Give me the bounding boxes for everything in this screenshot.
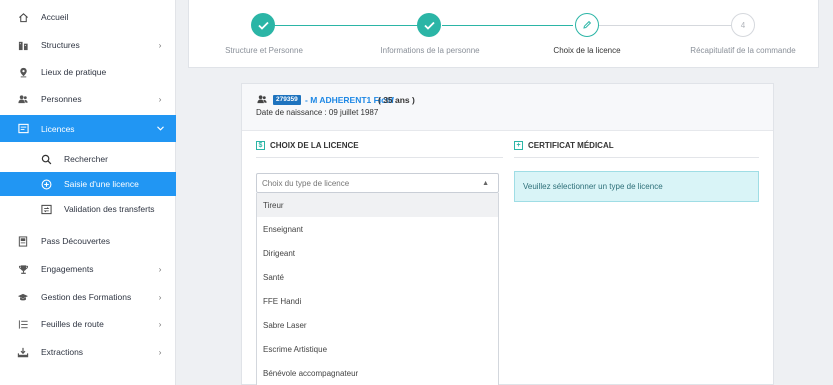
dropdown-option[interactable]: Sabre Laser xyxy=(257,313,498,337)
step-2-circle[interactable] xyxy=(417,13,441,37)
sidebar-subitem-label: Validation des transferts xyxy=(64,204,155,214)
sidebar-item-extractions[interactable]: Extractions › xyxy=(0,340,176,364)
person-icon xyxy=(256,94,268,105)
licence-type-select[interactable]: ▲ xyxy=(256,173,499,193)
sidebar-subitem-label: Rechercher xyxy=(64,154,108,164)
step-connector xyxy=(442,25,573,26)
step-connector xyxy=(587,25,731,26)
licence-form-card: 279359 - M ADHERENT1 Fictif ( 35 ans ) D… xyxy=(241,83,774,385)
sidebar-subitem-validation[interactable]: Validation des transferts xyxy=(0,197,176,221)
sidebar-item-formations[interactable]: Gestion des Formations › xyxy=(0,285,176,309)
chevron-down-icon xyxy=(156,125,164,133)
sidebar-subitem-rechercher[interactable]: Rechercher xyxy=(0,147,176,171)
location-pin-icon xyxy=(17,66,29,78)
sidebar-item-personnes[interactable]: Personnes › xyxy=(0,87,176,111)
chevron-right-icon: › xyxy=(158,292,162,302)
chevron-right-icon: › xyxy=(158,347,162,357)
sidebar-item-feuilles[interactable]: Feuilles de route › xyxy=(0,312,176,336)
check-icon xyxy=(423,21,435,30)
licence-card-icon xyxy=(17,123,29,135)
download-icon xyxy=(17,346,29,358)
sidebar-item-engagements[interactable]: Engagements › xyxy=(0,257,176,281)
certificat-info-alert: Veuillez sélectionner un type de licence xyxy=(514,171,759,202)
sidebar-item-accueil[interactable]: Accueil xyxy=(0,6,176,28)
section-title-text: CERTIFICAT MÉDICAL xyxy=(528,141,614,150)
dropdown-option[interactable]: Enseignant xyxy=(257,217,498,241)
section-title-text: CHOIX DE LA LICENCE xyxy=(270,141,359,150)
person-id-badge: 279359 xyxy=(273,95,301,105)
step-4-label: Récapitulatif de la commande xyxy=(690,46,796,55)
step-1-label: Structure et Personne xyxy=(225,46,303,55)
wizard-stepper: 4 Structure et Personne Informations de … xyxy=(188,0,819,68)
sidebar-item-label: Feuilles de route xyxy=(41,319,104,329)
chevron-right-icon: › xyxy=(158,40,162,50)
chevron-right-icon: › xyxy=(158,94,162,104)
structures-icon xyxy=(17,39,29,51)
step-1-circle[interactable] xyxy=(251,13,275,37)
sidebar: Accueil Structures › Lieux de pratique P… xyxy=(0,0,176,385)
plus-circle-icon xyxy=(40,178,52,190)
chevron-right-icon: › xyxy=(158,264,162,274)
licence-type-dropdown: Tireur Enseignant Dirigeant Santé FFE Ha… xyxy=(256,193,499,385)
divider xyxy=(514,157,759,158)
sidebar-item-label: Licences xyxy=(41,123,75,134)
dropdown-option[interactable]: Bénévole accompagnateur xyxy=(257,361,498,385)
list-icon xyxy=(17,318,29,330)
graduation-cap-icon xyxy=(17,291,29,303)
caret-up-icon: ▲ xyxy=(482,180,489,187)
dropdown-option[interactable]: FFE Handi xyxy=(257,289,498,313)
sidebar-item-licences[interactable]: Licences xyxy=(0,115,176,142)
licence-type-input[interactable] xyxy=(262,177,482,190)
pass-icon xyxy=(17,235,29,247)
sidebar-item-label: Engagements xyxy=(41,264,94,274)
dollar-square-icon: $ xyxy=(256,141,265,150)
step-3-circle xyxy=(575,13,599,37)
step-number: 4 xyxy=(740,20,746,30)
sidebar-item-label: Personnes xyxy=(41,94,82,104)
sidebar-subitem-saisie[interactable]: Saisie d'une licence xyxy=(0,172,176,196)
person-age: ( 35 ans ) xyxy=(378,95,415,105)
sidebar-item-label: Pass Découvertes xyxy=(41,236,110,246)
person-birthdate: Date de naissance : 09 juillet 1987 xyxy=(256,108,379,117)
dropdown-option[interactable]: Tireur xyxy=(257,193,498,217)
pencil-icon xyxy=(583,20,592,29)
dropdown-option[interactable]: Escrime Artistique xyxy=(257,337,498,361)
step-3-label: Choix de la licence xyxy=(553,46,621,55)
chevron-right-icon: › xyxy=(158,319,162,329)
divider xyxy=(256,157,503,158)
step-connector xyxy=(274,25,426,26)
transfer-icon xyxy=(40,203,52,215)
home-icon xyxy=(17,11,29,23)
dropdown-option[interactable]: Dirigeant xyxy=(257,241,498,265)
certificat-section-title: + CERTIFICAT MÉDICAL xyxy=(514,141,614,150)
trophy-icon xyxy=(17,263,29,275)
sidebar-item-structures[interactable]: Structures › xyxy=(0,33,176,57)
sidebar-item-lieux[interactable]: Lieux de pratique xyxy=(0,60,176,84)
sidebar-item-label: Lieux de pratique xyxy=(41,67,107,77)
plus-square-icon: + xyxy=(514,141,523,150)
sidebar-item-label: Gestion des Formations xyxy=(41,292,132,302)
people-icon xyxy=(17,93,29,105)
sidebar-item-pass-decouvertes[interactable]: Pass Découvertes xyxy=(0,229,176,253)
sidebar-item-label: Structures xyxy=(41,40,80,50)
licence-section-title: $ CHOIX DE LA LICENCE xyxy=(256,141,359,150)
sidebar-item-label: Extractions xyxy=(41,347,84,357)
sidebar-subitem-label: Saisie d'une licence xyxy=(64,179,139,189)
person-header: 279359 - M ADHERENT1 Fictif ( 35 ans ) D… xyxy=(242,84,773,131)
step-2-label: Informations de la personne xyxy=(380,46,480,55)
dropdown-option[interactable]: Santé xyxy=(257,265,498,289)
search-icon xyxy=(40,153,52,165)
sidebar-item-label: Accueil xyxy=(41,12,69,22)
check-icon xyxy=(257,21,269,30)
step-4-circle: 4 xyxy=(731,13,755,37)
